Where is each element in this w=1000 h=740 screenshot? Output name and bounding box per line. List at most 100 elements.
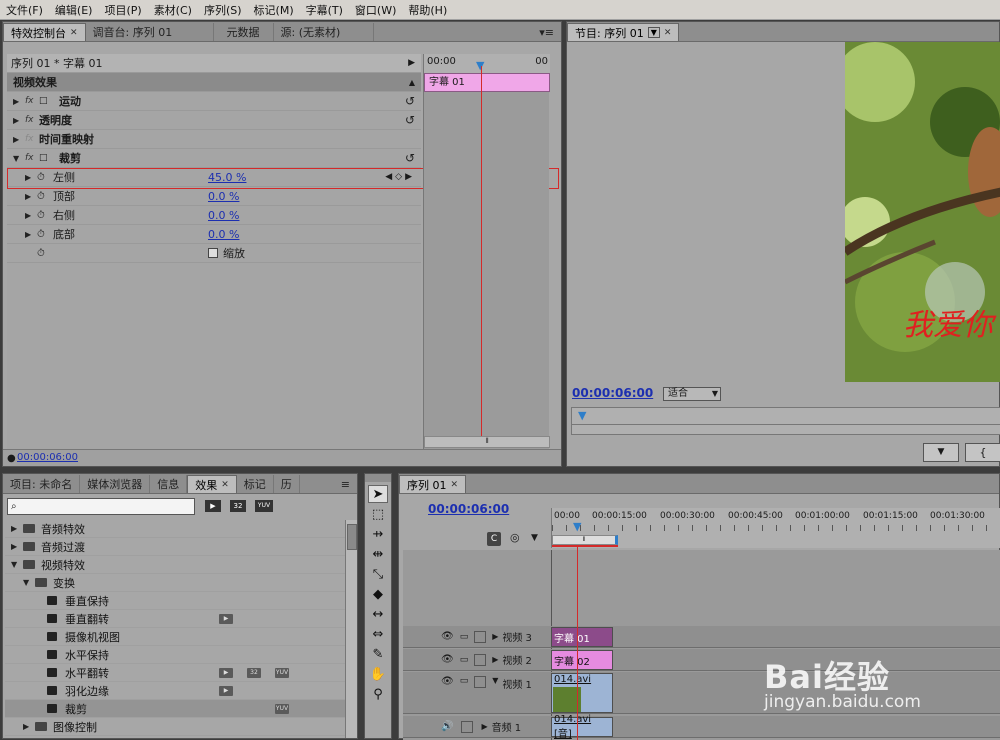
- collapse-triangle-icon[interactable]: ▼: [23, 578, 35, 587]
- expand-triangle-icon[interactable]: ▶: [13, 135, 25, 144]
- reset-icon[interactable]: ↺: [405, 113, 415, 127]
- rate-stretch-tool-icon[interactable]: ⤡: [368, 565, 388, 583]
- pen-tool-icon[interactable]: ✎: [368, 645, 388, 663]
- tree-item-feather-edges[interactable]: 羽化边缘 ▶: [5, 682, 345, 700]
- playhead-marker-icon[interactable]: ▼: [578, 409, 586, 422]
- close-icon[interactable]: ✕: [664, 28, 672, 38]
- effect-opacity[interactable]: ▶ fx 透明度 ↺: [7, 111, 421, 130]
- tree-item-vertical-hold[interactable]: 垂直保持: [5, 592, 345, 610]
- collapse-triangle-icon[interactable]: ▼: [492, 676, 498, 685]
- tree-item-image-control[interactable]: ▶ 图像控制: [5, 718, 345, 736]
- menu-sequence[interactable]: 序列(S): [198, 2, 248, 18]
- hand-tool-icon[interactable]: ✋: [368, 665, 388, 683]
- tree-item-horizontal-hold[interactable]: 水平保持: [5, 646, 345, 664]
- selection-tool-icon[interactable]: ➤: [368, 485, 388, 503]
- zoom-tool-icon[interactable]: ⚲: [368, 685, 388, 703]
- slip-tool-icon[interactable]: ↔: [368, 605, 388, 623]
- slide-tool-icon[interactable]: ⇔: [368, 625, 388, 643]
- tree-item-audio-transitions[interactable]: ▶ 音频过渡: [5, 538, 345, 556]
- sequence-timecode[interactable]: 00:00:06:00: [428, 502, 509, 516]
- stopwatch-icon[interactable]: ⏱: [37, 191, 53, 202]
- timeline-playhead[interactable]: [577, 546, 578, 740]
- playhead-line[interactable]: [481, 66, 482, 436]
- razor-tool-icon[interactable]: ◆: [368, 585, 388, 603]
- tab-effects[interactable]: 效果 ✕: [187, 475, 237, 493]
- clip-audio-014[interactable]: 014.avi [音]: [551, 714, 613, 740]
- expand-triangle-icon[interactable]: ▶: [13, 116, 25, 125]
- menu-marker[interactable]: 标记(M): [248, 2, 300, 18]
- track-lock-checkbox[interactable]: [461, 720, 474, 733]
- track-select-tool-icon[interactable]: ⬚: [368, 505, 388, 523]
- tab-history[interactable]: 历: [274, 475, 300, 493]
- crop-param-zoom[interactable]: ⏱ 缩放: [7, 244, 421, 263]
- tab-markers[interactable]: 标记: [237, 475, 274, 493]
- tab-metadata[interactable]: 元数据: [214, 23, 274, 41]
- work-area-bar[interactable]: ⦀: [552, 535, 618, 545]
- collapse-triangle-icon[interactable]: ▼: [13, 154, 25, 163]
- crop-param-right[interactable]: ▶ ⏱ 右侧 0.0 %: [7, 206, 421, 225]
- track-audio-1[interactable]: 🔊 ▶ 音频 1: [403, 716, 1000, 738]
- stopwatch-icon[interactable]: ⏱: [37, 248, 53, 259]
- tab-info[interactable]: 信息: [150, 475, 188, 493]
- menu-clip[interactable]: 素材(C): [148, 2, 198, 18]
- eye-icon[interactable]: 👁: [441, 654, 454, 665]
- collapse-up-icon[interactable]: ▲: [409, 78, 415, 87]
- tree-item-camera-view[interactable]: 摄像机视图: [5, 628, 345, 646]
- expand-triangle-icon[interactable]: ▶: [25, 211, 37, 220]
- menu-help[interactable]: 帮助(H): [402, 2, 453, 18]
- playhead-marker-icon[interactable]: ▼: [573, 520, 581, 533]
- tree-item-vertical-flip[interactable]: 垂直翻转 ▶: [5, 610, 345, 628]
- close-icon[interactable]: ✕: [451, 480, 459, 490]
- eye-icon[interactable]: 👁: [441, 631, 454, 642]
- tab-effect-controls[interactable]: 特效控制台 ✕: [3, 23, 86, 41]
- expand-triangle-icon[interactable]: ▶: [13, 97, 25, 106]
- speaker-icon[interactable]: 🔊: [441, 721, 453, 732]
- close-icon[interactable]: ✕: [70, 28, 78, 38]
- effects-scrollbar[interactable]: [345, 520, 357, 738]
- tab-program[interactable]: 节目: 序列 01 ▼ ✕: [567, 23, 680, 41]
- menu-file[interactable]: 文件(F): [0, 2, 49, 18]
- crop-param-top[interactable]: ▶ ⏱ 顶部 0.0 %: [7, 187, 421, 206]
- expand-triangle-icon[interactable]: ▶: [23, 722, 35, 731]
- fx-icon[interactable]: fx: [25, 115, 39, 125]
- tree-item-video-effects[interactable]: ▼ 视频特效: [5, 556, 345, 574]
- reset-icon[interactable]: ↺: [405, 94, 415, 108]
- tab-audio-mixer[interactable]: 调音台: 序列 01: [86, 23, 214, 41]
- play-triangle-icon[interactable]: ▶: [408, 58, 415, 68]
- panel-menu-icon[interactable]: ≡: [334, 475, 357, 493]
- program-timecode[interactable]: 00:00:06:00: [572, 386, 653, 400]
- footer-timecode[interactable]: 00:00:06:00: [17, 452, 78, 463]
- clip-bar[interactable]: 字幕 01: [424, 73, 550, 92]
- clip-title-02[interactable]: 字幕 02: [551, 650, 613, 670]
- ripple-edit-tool-icon[interactable]: ⇸: [368, 525, 388, 543]
- menu-edit[interactable]: 编辑(E): [49, 2, 99, 18]
- collapse-triangle-icon[interactable]: ▼: [11, 560, 23, 569]
- clip-title-01[interactable]: 字幕 01: [551, 627, 613, 647]
- crop-param-bottom[interactable]: ▶ ⏱ 底部 0.0 %: [7, 225, 421, 244]
- clip-video-014[interactable]: 014.avi [视]: [551, 673, 613, 713]
- track-lock-checkbox[interactable]: [474, 630, 487, 643]
- stopwatch-icon[interactable]: ⏱: [37, 229, 53, 240]
- tab-project[interactable]: 项目: 未命名: [3, 475, 81, 493]
- close-icon[interactable]: ✕: [221, 480, 229, 490]
- effect-crop[interactable]: ▼ fx □ 裁剪 ↺: [7, 149, 421, 168]
- tab-source[interactable]: 源: (无素材): [274, 23, 374, 41]
- menu-window[interactable]: 窗口(W): [349, 2, 402, 18]
- effect-motion[interactable]: ▶ fx □ 运动 ↺: [7, 92, 421, 111]
- fit-select[interactable]: 适合 ▼: [663, 387, 721, 401]
- param-value[interactable]: 0.0 %: [208, 190, 239, 203]
- in-point-button[interactable]: {: [965, 443, 1000, 462]
- accelerated-effects-icon[interactable]: ▶: [205, 500, 221, 512]
- param-value[interactable]: 0.0 %: [208, 209, 239, 222]
- fx-icon[interactable]: fx: [25, 96, 39, 106]
- expand-triangle-icon[interactable]: ▶: [481, 722, 487, 731]
- effects-search-input[interactable]: ⌕: [7, 498, 195, 515]
- track-lock-checkbox[interactable]: [474, 676, 487, 688]
- lock-icon[interactable]: ▭: [460, 655, 469, 665]
- snap-button[interactable]: C: [487, 532, 501, 546]
- expand-triangle-icon[interactable]: ▶: [492, 655, 498, 664]
- tab-media-browser[interactable]: 媒体浏览器: [80, 475, 151, 493]
- tree-item-audio-effects[interactable]: ▶ 音频特效: [5, 520, 345, 538]
- param-value[interactable]: 0.0 %: [208, 228, 239, 241]
- tab-sequence[interactable]: 序列 01 ✕: [399, 475, 467, 493]
